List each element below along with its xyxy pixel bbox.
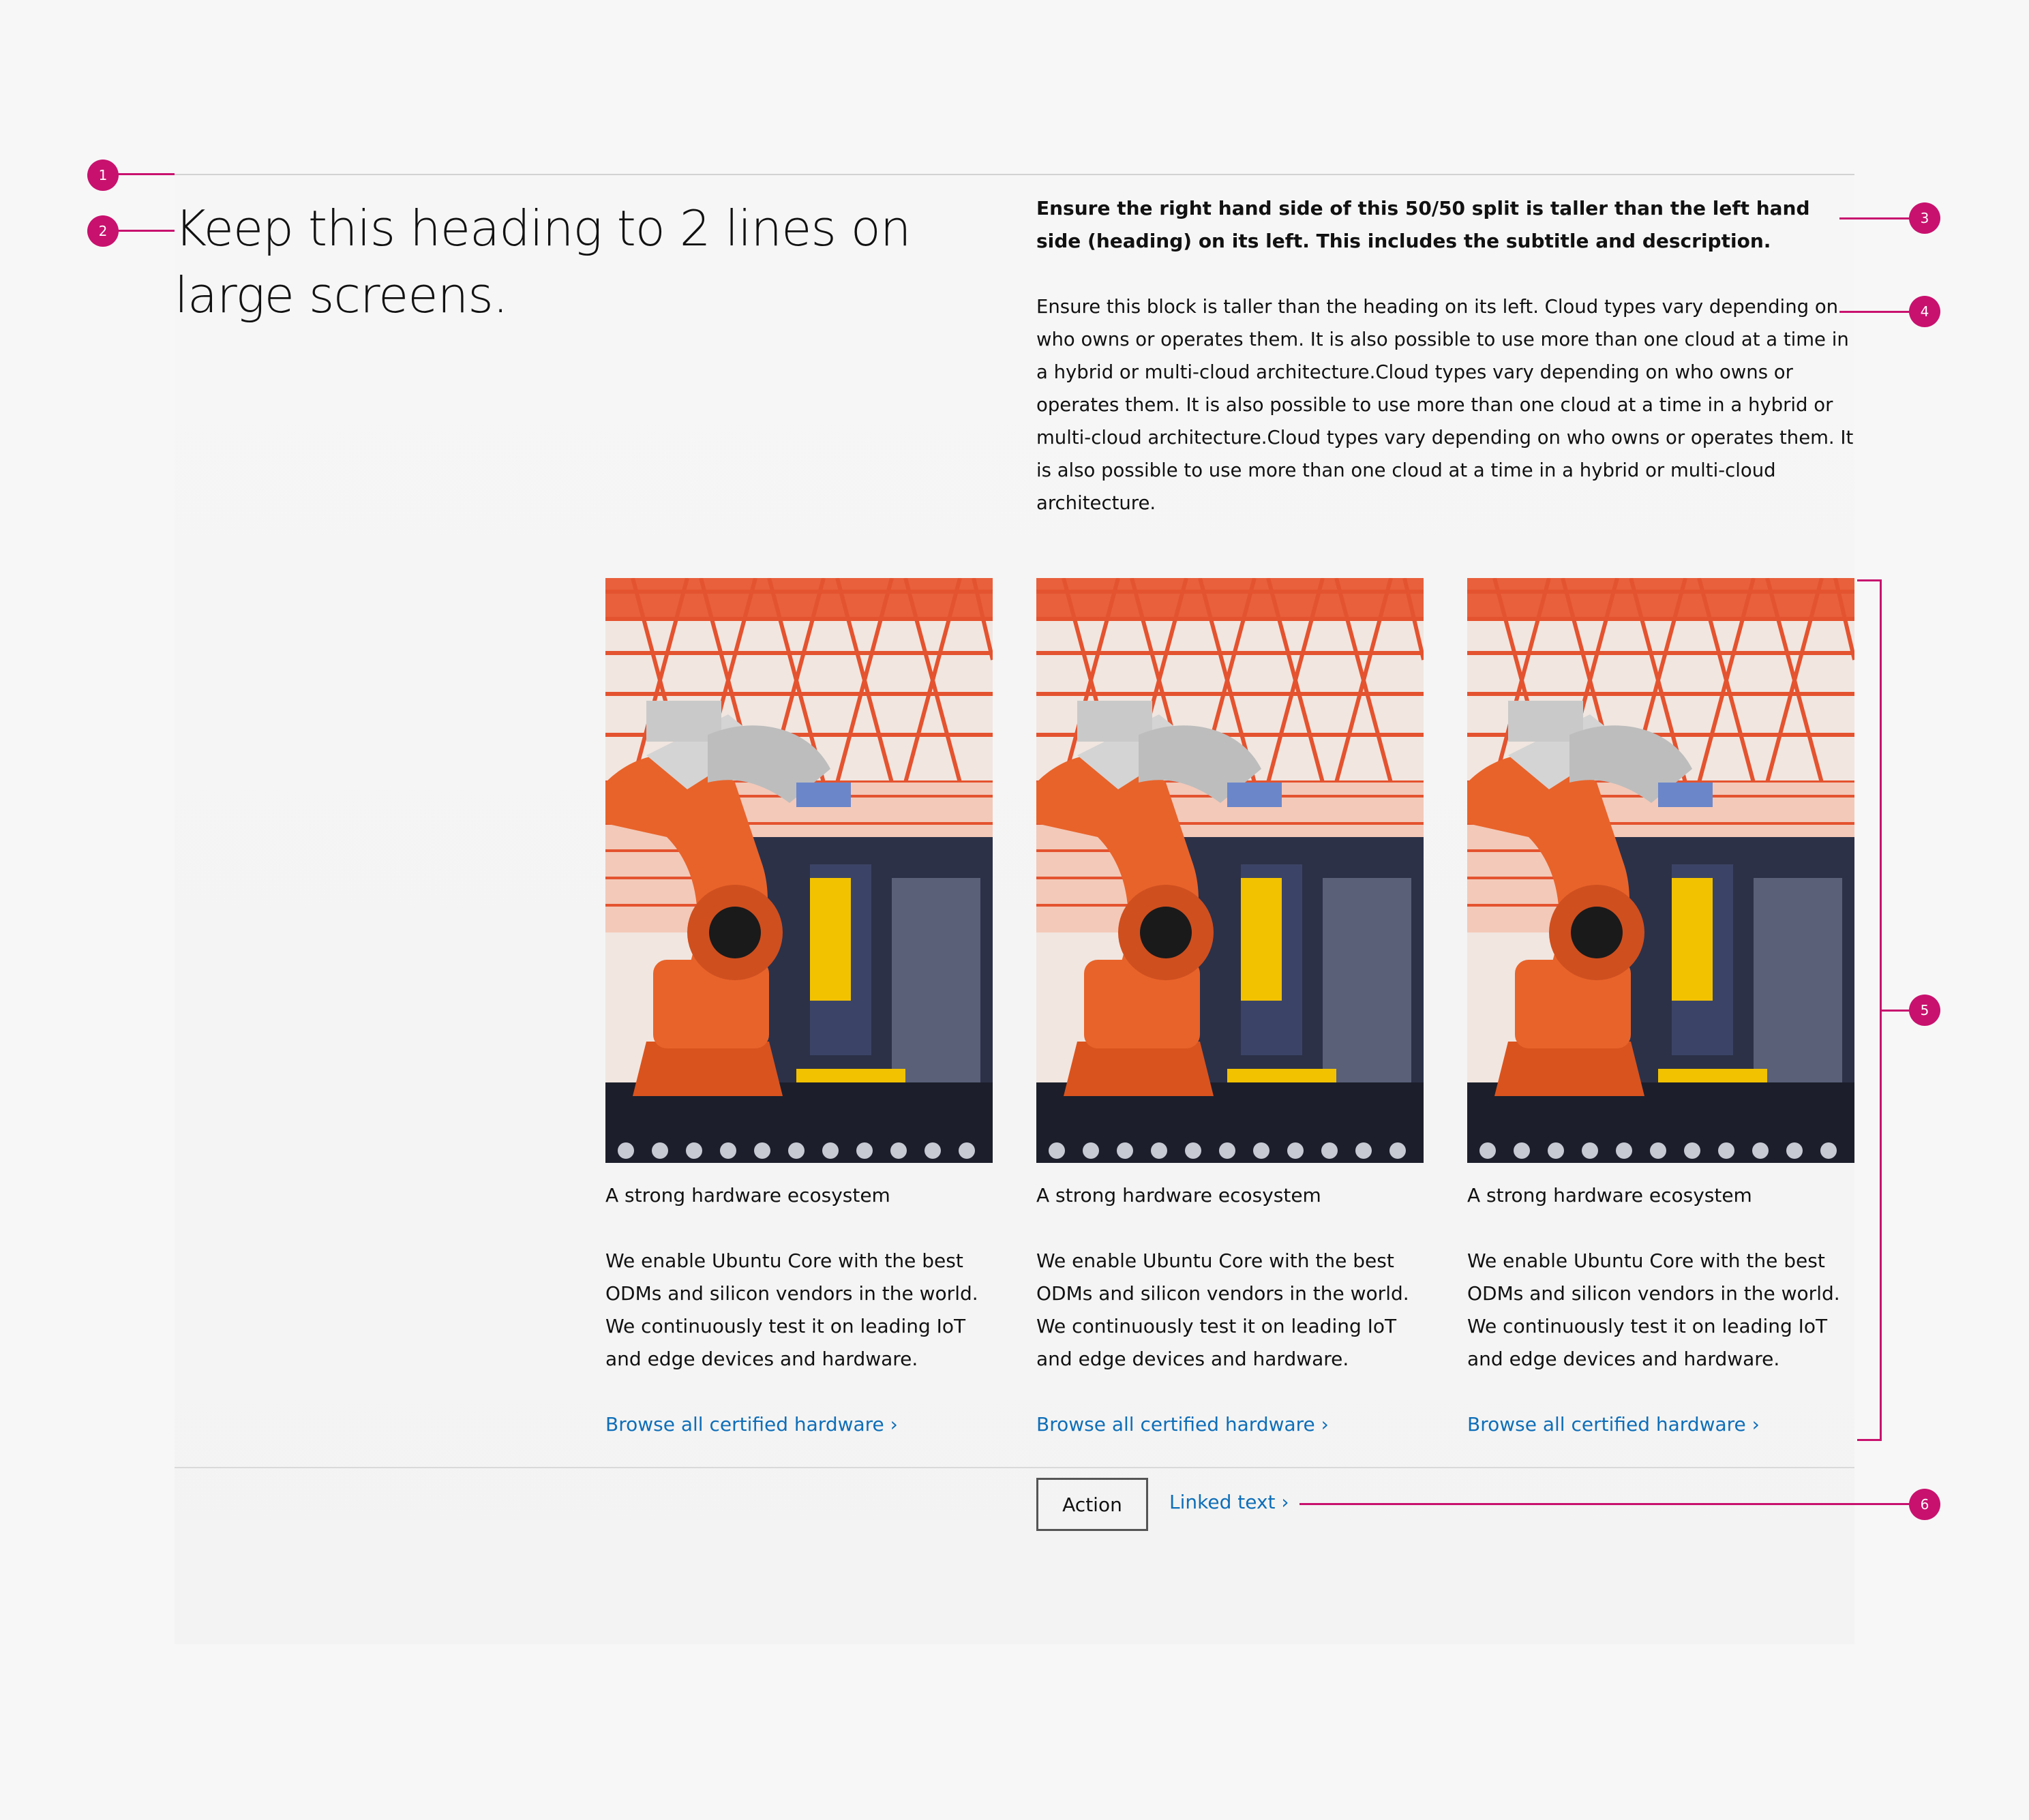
annotation-marker-3: 3 <box>1909 202 1940 234</box>
card-link-certified-hardware[interactable]: Browse all certified hardware › <box>1467 1408 1760 1441</box>
action-button[interactable]: Action <box>1036 1478 1148 1531</box>
card-title: A strong hardware ecosystem <box>605 1184 890 1207</box>
card-title: A strong hardware ecosystem <box>1036 1184 1321 1207</box>
bottom-divider <box>175 1467 1854 1468</box>
annotation-marker-6: 6 <box>1909 1489 1940 1520</box>
section-subtitle: Ensure the right hand side of this 50/50… <box>1036 197 1810 252</box>
card-link-certified-hardware[interactable]: Browse all certified hardware › <box>1036 1408 1329 1441</box>
card-link-certified-hardware[interactable]: Browse all certified hardware › <box>605 1408 898 1441</box>
section-heading: Keep this heading to 2 lines on large sc… <box>175 200 911 324</box>
annotation-marker-4: 4 <box>1909 296 1940 327</box>
linked-text-link[interactable]: Linked text › <box>1169 1486 1289 1519</box>
card-description: We enable Ubuntu Core with the best ODMs… <box>1467 1249 1840 1370</box>
industrial-robot-arm-image <box>1036 578 1424 1163</box>
annotation-marker-2: 2 <box>87 215 119 247</box>
card-title: A strong hardware ecosystem <box>1467 1184 1752 1207</box>
annotation-marker-5: 5 <box>1909 995 1940 1026</box>
top-divider <box>175 174 1854 175</box>
industrial-robot-arm-image <box>605 578 993 1163</box>
industrial-robot-arm-image <box>1467 578 1854 1163</box>
section-description: Ensure this block is taller than the hea… <box>1036 296 1854 514</box>
annotation-line-6 <box>1299 1503 1927 1505</box>
card-description: We enable Ubuntu Core with the best ODMs… <box>1036 1249 1409 1370</box>
annotation-marker-1: 1 <box>87 160 119 191</box>
card-description: We enable Ubuntu Core with the best ODMs… <box>605 1249 978 1370</box>
annotation-bracket-bottom <box>1857 1439 1882 1441</box>
annotation-bracket-top <box>1857 579 1882 581</box>
